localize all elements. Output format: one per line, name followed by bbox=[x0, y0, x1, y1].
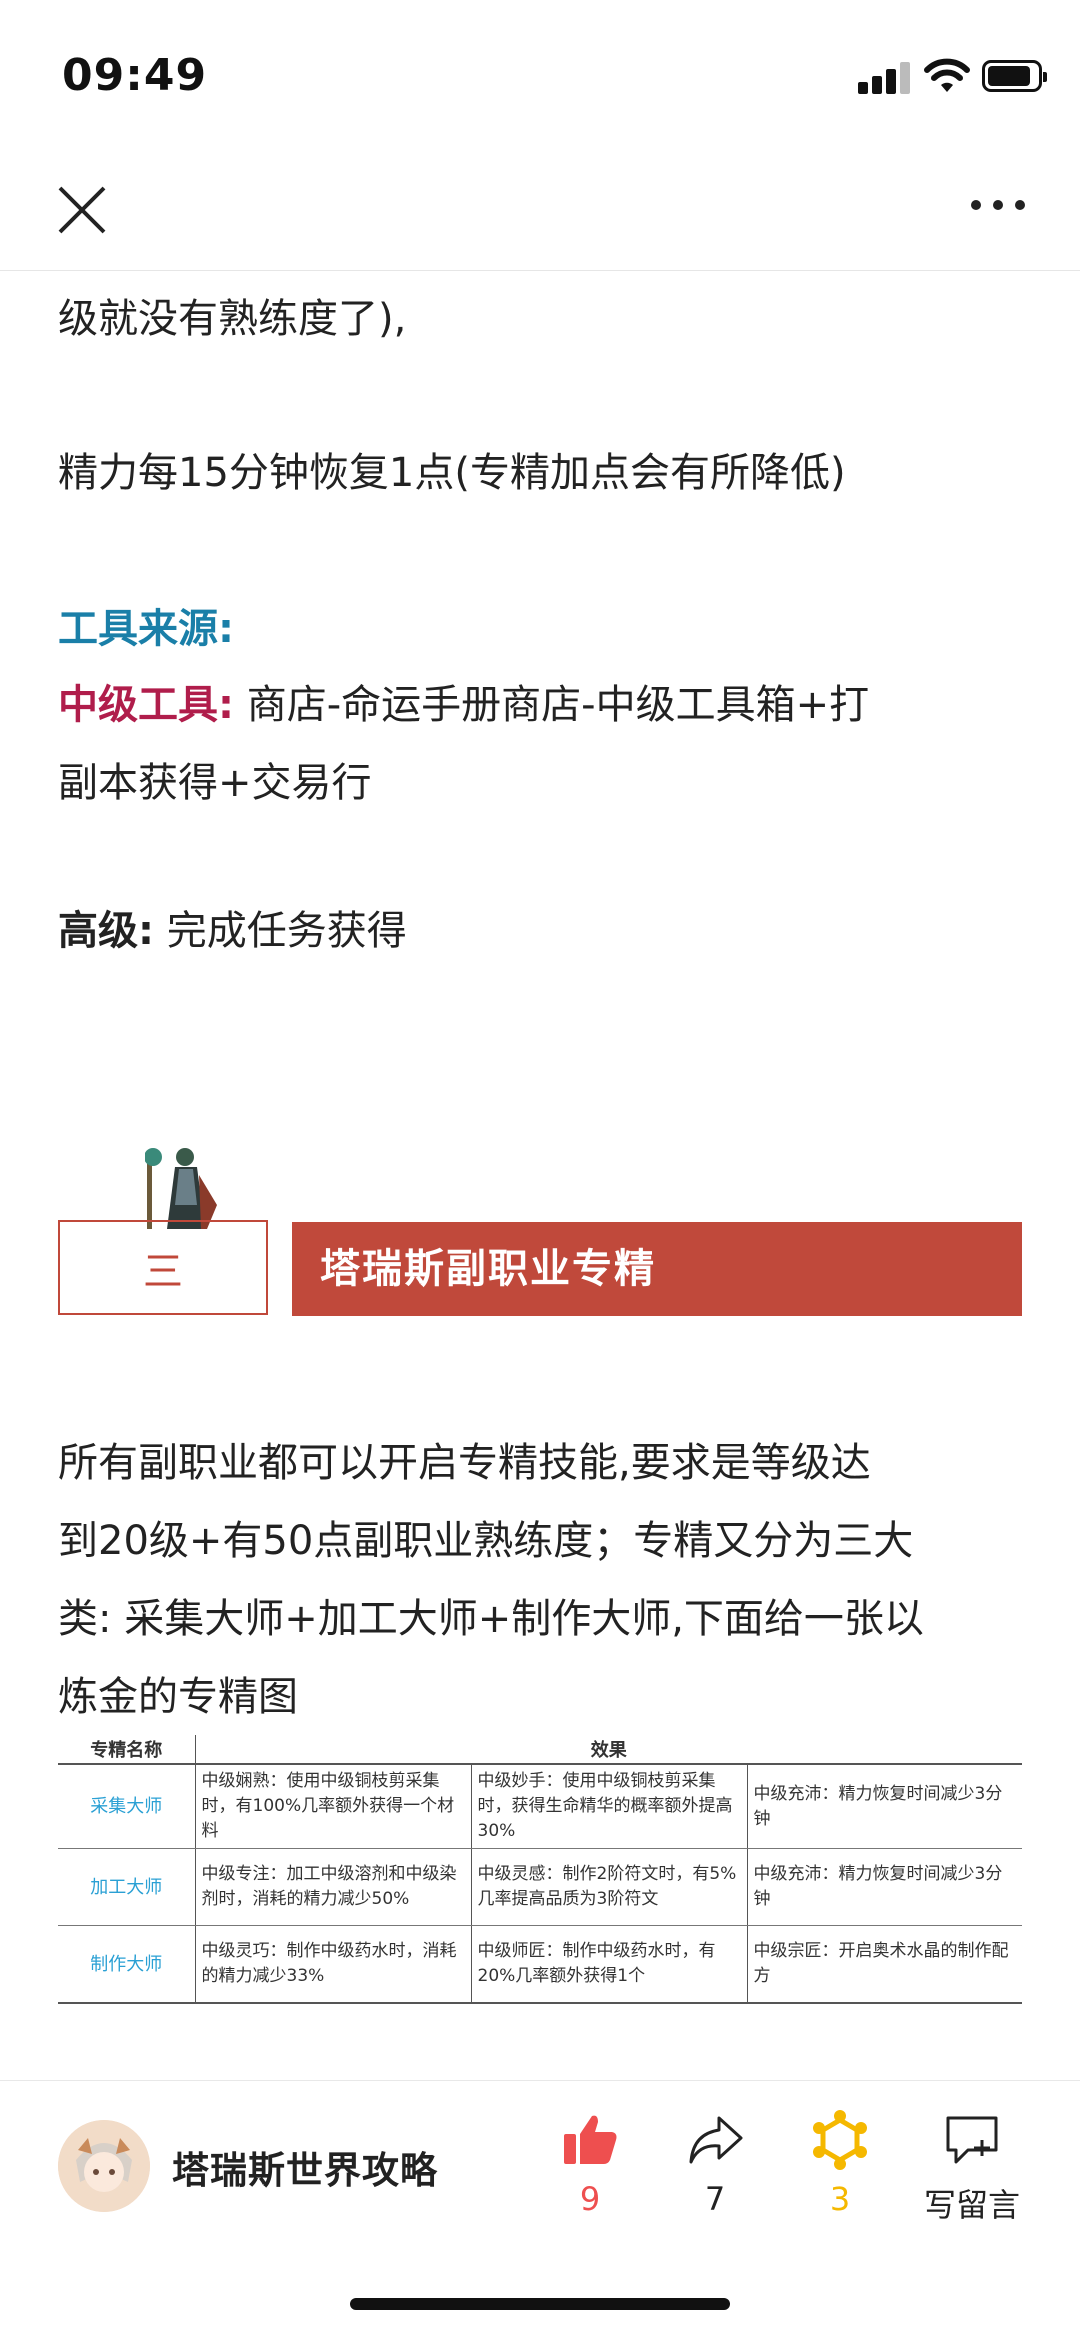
table-row: 加工大师 中级专注：加工中级溶剂和中级染剂时，消耗的精力减少50% 中级灵感：制… bbox=[58, 1848, 1023, 1926]
table-header-row: 专精名称 效果 bbox=[58, 1735, 1023, 1765]
comment-button[interactable]: 写留言 bbox=[912, 2110, 1032, 2226]
table-header-name: 专精名称 bbox=[58, 1735, 196, 1765]
like-count: 9 bbox=[579, 2180, 601, 2218]
table-cell-category: 制作大师 bbox=[58, 1925, 196, 2004]
table-cell: 中级娴熟：使用中级铜枝剪采集时，有100%几率额外获得一个材料 bbox=[195, 1764, 472, 1849]
mid-tool-label: 中级工具: bbox=[58, 682, 234, 728]
specialization-table: 专精名称 效果 采集大师 中级娴熟：使用中级铜枝剪采集时，有100%几率额外获得… bbox=[58, 1735, 1023, 2004]
article-paragraph-line: 炼金的专精图 bbox=[58, 1674, 298, 1720]
section-number-box: 三 bbox=[58, 1220, 268, 1315]
wow-star-icon bbox=[813, 2110, 867, 2170]
account-avatar[interactable] bbox=[58, 2120, 150, 2212]
mid-tool-line-2: 副本获得+交易行 bbox=[58, 760, 372, 806]
share-arrow-icon bbox=[689, 2116, 743, 2164]
section-number: 三 bbox=[143, 1248, 183, 1295]
status-time: 09:49 bbox=[62, 50, 208, 101]
like-button[interactable]: 9 bbox=[540, 2110, 640, 2218]
high-tool-line: 高级: 完成任务获得 bbox=[58, 892, 407, 970]
table-cell-category: 加工大师 bbox=[58, 1848, 196, 1926]
article-paragraph-line: 类: 采集大师+加工大师+制作大师,下面给一张以 bbox=[58, 1596, 924, 1642]
mid-tool-text: 商店-命运手册商店-中级工具箱+打 bbox=[234, 682, 870, 728]
article-line: 级就没有熟练度了), bbox=[58, 296, 407, 342]
wow-count: 3 bbox=[829, 2180, 851, 2218]
table-cell: 中级宗匠：开启奥术水晶的制作配方 bbox=[747, 1925, 1023, 2004]
wow-button[interactable]: 3 bbox=[790, 2110, 890, 2218]
battery-icon bbox=[982, 60, 1047, 92]
high-text: 完成任务获得 bbox=[154, 908, 407, 954]
close-icon[interactable] bbox=[52, 180, 112, 240]
table-cell: 中级充沛：精力恢复时间减少3分钟 bbox=[747, 1848, 1023, 1926]
thumbs-up-icon bbox=[564, 2115, 617, 2164]
character-figure-image bbox=[145, 1148, 217, 1229]
wifi-icon bbox=[924, 58, 970, 92]
cellular-signal-icon bbox=[858, 60, 910, 94]
table-cell: 中级专注：加工中级溶剂和中级染剂时，消耗的精力减少50% bbox=[195, 1848, 472, 1926]
status-bar: 09:49 bbox=[0, 0, 1080, 150]
article-paragraph-line: 到20级+有50点副职业熟练度；专精又分为三大 bbox=[58, 1518, 914, 1564]
table-cell-category: 采集大师 bbox=[58, 1764, 196, 1849]
table-row: 采集大师 中级娴熟：使用中级铜枝剪采集时，有100%几率额外获得一个材料 中级妙… bbox=[58, 1764, 1023, 1849]
table-cell: 中级灵感：制作2阶符文时，有5%几率提高品质为3阶符文 bbox=[471, 1848, 748, 1926]
article-paragraph-line: 所有副职业都可以开启专精技能,要求是等级达 bbox=[58, 1440, 871, 1486]
table-cell: 中级妙手：使用中级铜枝剪采集时，获得生命精华的概率额外提高30% bbox=[471, 1764, 748, 1849]
tool-source-heading: 工具来源: bbox=[58, 606, 234, 652]
mid-tool-line: 中级工具: 商店-命运手册商店-中级工具箱+打 bbox=[58, 666, 869, 744]
table-row: 制作大师 中级灵巧：制作中级药水时，消耗的精力减少33% 中级师匠：制作中级药水… bbox=[58, 1925, 1023, 2004]
share-button[interactable]: 7 bbox=[665, 2110, 765, 2218]
table-cell: 中级充沛：精力恢复时间减少3分钟 bbox=[747, 1764, 1023, 1849]
share-count: 7 bbox=[704, 2180, 726, 2218]
more-options-icon[interactable] bbox=[968, 190, 1028, 220]
nav-divider bbox=[0, 270, 1080, 271]
avatar-image bbox=[58, 2120, 150, 2212]
table-cell: 中级灵巧：制作中级药水时，消耗的精力减少33% bbox=[195, 1925, 472, 2004]
bottom-bar-divider bbox=[0, 2080, 1080, 2081]
home-indicator[interactable] bbox=[350, 2298, 730, 2310]
comment-icon bbox=[946, 2116, 998, 2164]
article-line: 精力每15分钟恢复1点(专精加点会有所降低) bbox=[58, 450, 846, 496]
table-header-effect: 效果 bbox=[195, 1735, 1023, 1765]
high-label: 高级: bbox=[58, 908, 154, 954]
comment-label: 写留言 bbox=[923, 2186, 1020, 2224]
account-name[interactable]: 塔瑞斯世界攻略 bbox=[172, 2140, 438, 2194]
section-title: 塔瑞斯副职业专精 bbox=[320, 1246, 656, 1292]
section-title-bar: 塔瑞斯副职业专精 bbox=[292, 1222, 1022, 1316]
table-cell: 中级师匠：制作中级药水时，有20%几率额外获得1个 bbox=[471, 1925, 748, 2004]
